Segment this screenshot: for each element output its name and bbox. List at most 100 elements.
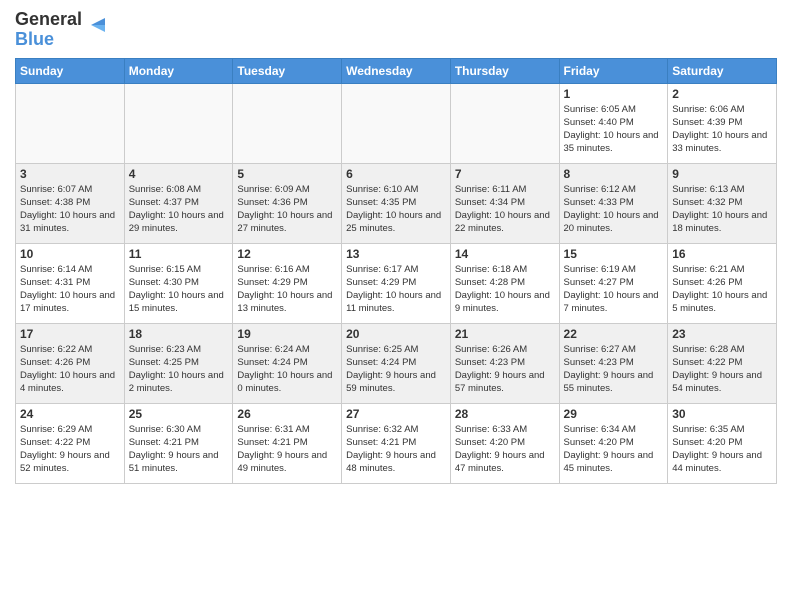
day-info: Sunrise: 6:29 AM Sunset: 4:22 PM Dayligh… [20,423,120,476]
day-number: 27 [346,407,446,421]
day-number: 13 [346,247,446,261]
day-number: 28 [455,407,555,421]
day-info: Sunrise: 6:18 AM Sunset: 4:28 PM Dayligh… [455,263,555,316]
day-info: Sunrise: 6:21 AM Sunset: 4:26 PM Dayligh… [672,263,772,316]
calendar-week-row: 24 Sunrise: 6:29 AM Sunset: 4:22 PM Dayli… [16,403,777,483]
calendar-cell: 7 Sunrise: 6:11 AM Sunset: 4:34 PM Daylig… [450,163,559,243]
logo-text-block: General Blue [15,10,82,50]
calendar-cell: 8Sunrise: 6:12 AM Sunset: 4:33 PM Daylig… [559,163,668,243]
calendar-cell: 19Sunrise: 6:24 AM Sunset: 4:24 PM Dayli… [233,323,342,403]
logo-icon [85,12,111,38]
day-number: 29 [564,407,664,421]
day-info: Sunrise: 6:05 AM Sunset: 4:40 PM Dayligh… [564,103,664,156]
calendar-cell: 1 Sunrise: 6:05 AM Sunset: 4:40 PM Daylig… [559,83,668,163]
day-number: 21 [455,327,555,341]
calendar-cell: 10Sunrise: 6:14 AM Sunset: 4:31 PM Dayli… [16,243,125,323]
calendar-cell [16,83,125,163]
day-number: 18 [129,327,229,341]
calendar-week-row: 3 Sunrise: 6:07 AM Sunset: 4:38 PM Daylig… [16,163,777,243]
day-info: Sunrise: 6:34 AM Sunset: 4:20 PM Dayligh… [564,423,664,476]
day-info: Sunrise: 6:06 AM Sunset: 4:39 PM Dayligh… [672,103,772,156]
calendar-header-row: SundayMondayTuesdayWednesdayThursdayFrid… [16,58,777,83]
logo-blue-text: Blue [15,30,82,50]
day-number: 25 [129,407,229,421]
calendar-cell: 5 Sunrise: 6:09 AM Sunset: 4:36 PM Daylig… [233,163,342,243]
day-info: Sunrise: 6:17 AM Sunset: 4:29 PM Dayligh… [346,263,446,316]
weekday-header: Thursday [450,58,559,83]
weekday-header: Tuesday [233,58,342,83]
calendar-cell: 30Sunrise: 6:35 AM Sunset: 4:20 PM Dayli… [668,403,777,483]
calendar-cell: 6 Sunrise: 6:10 AM Sunset: 4:35 PM Daylig… [342,163,451,243]
day-info: Sunrise: 6:23 AM Sunset: 4:25 PM Dayligh… [129,343,229,396]
calendar-table: SundayMondayTuesdayWednesdayThursdayFrid… [15,58,777,484]
calendar-cell [450,83,559,163]
calendar-week-row: 17 Sunrise: 6:22 AM Sunset: 4:26 PM Dayli… [16,323,777,403]
day-info: Sunrise: 6:24 AM Sunset: 4:24 PM Dayligh… [237,343,337,396]
day-number: 24 [20,407,120,421]
day-info: Sunrise: 6:28 AM Sunset: 4:22 PM Dayligh… [672,343,772,396]
day-info: Sunrise: 6:08 AM Sunset: 4:37 PM Dayligh… [129,183,229,236]
calendar-cell: 2Sunrise: 6:06 AM Sunset: 4:39 PM Daylig… [668,83,777,163]
day-info: Sunrise: 6:22 AM Sunset: 4:26 PM Dayligh… [20,343,120,396]
weekday-header: Monday [124,58,233,83]
calendar-cell: 3 Sunrise: 6:07 AM Sunset: 4:38 PM Daylig… [16,163,125,243]
calendar-cell: 18 Sunrise: 6:23 AM Sunset: 4:25 PM Dayli… [124,323,233,403]
day-info: Sunrise: 6:31 AM Sunset: 4:21 PM Dayligh… [237,423,337,476]
calendar-week-row: 1 Sunrise: 6:05 AM Sunset: 4:40 PM Daylig… [16,83,777,163]
day-info: Sunrise: 6:15 AM Sunset: 4:30 PM Dayligh… [129,263,229,316]
day-info: Sunrise: 6:27 AM Sunset: 4:23 PM Dayligh… [564,343,664,396]
calendar-cell [233,83,342,163]
calendar-cell: 4 Sunrise: 6:08 AM Sunset: 4:37 PM Daylig… [124,163,233,243]
day-info: Sunrise: 6:10 AM Sunset: 4:35 PM Dayligh… [346,183,446,236]
weekday-header: Friday [559,58,668,83]
day-number: 3 [20,167,120,181]
day-info: Sunrise: 6:12 AM Sunset: 4:33 PM Dayligh… [564,183,664,236]
calendar-cell: 20Sunrise: 6:25 AM Sunset: 4:24 PM Dayli… [342,323,451,403]
day-info: Sunrise: 6:11 AM Sunset: 4:34 PM Dayligh… [455,183,555,236]
calendar-cell: 14 Sunrise: 6:18 AM Sunset: 4:28 PM Dayli… [450,243,559,323]
day-number: 14 [455,247,555,261]
page-container: General Blue SundayMondayTuesdayWednesda… [0,0,792,494]
calendar-cell: 23 Sunrise: 6:28 AM Sunset: 4:22 PM Dayli… [668,323,777,403]
day-info: Sunrise: 6:33 AM Sunset: 4:20 PM Dayligh… [455,423,555,476]
day-number: 26 [237,407,337,421]
day-number: 16 [672,247,772,261]
logo-wrapper: General Blue [15,10,111,50]
weekday-header: Sunday [16,58,125,83]
calendar-cell: 9 Sunrise: 6:13 AM Sunset: 4:32 PM Daylig… [668,163,777,243]
logo-general-text: General [15,10,82,30]
calendar-cell: 13 Sunrise: 6:17 AM Sunset: 4:29 PM Dayli… [342,243,451,323]
day-info: Sunrise: 6:35 AM Sunset: 4:20 PM Dayligh… [672,423,772,476]
day-info: Sunrise: 6:16 AM Sunset: 4:29 PM Dayligh… [237,263,337,316]
day-number: 12 [237,247,337,261]
day-number: 5 [237,167,337,181]
day-number: 1 [564,87,664,101]
day-number: 11 [129,247,229,261]
day-info: Sunrise: 6:09 AM Sunset: 4:36 PM Dayligh… [237,183,337,236]
calendar-cell: 25Sunrise: 6:30 AM Sunset: 4:21 PM Dayli… [124,403,233,483]
calendar-cell: 27 Sunrise: 6:32 AM Sunset: 4:21 PM Dayli… [342,403,451,483]
day-number: 23 [672,327,772,341]
header: General Blue [15,10,777,50]
day-number: 20 [346,327,446,341]
calendar-body: 1 Sunrise: 6:05 AM Sunset: 4:40 PM Daylig… [16,83,777,483]
day-info: Sunrise: 6:14 AM Sunset: 4:31 PM Dayligh… [20,263,120,316]
calendar-cell: 21Sunrise: 6:26 AM Sunset: 4:23 PM Dayli… [450,323,559,403]
day-info: Sunrise: 6:32 AM Sunset: 4:21 PM Dayligh… [346,423,446,476]
day-number: 15 [564,247,664,261]
calendar-cell: 16 Sunrise: 6:21 AM Sunset: 4:26 PM Dayli… [668,243,777,323]
day-number: 7 [455,167,555,181]
calendar-cell: 29 Sunrise: 6:34 AM Sunset: 4:20 PM Dayli… [559,403,668,483]
day-info: Sunrise: 6:07 AM Sunset: 4:38 PM Dayligh… [20,183,120,236]
day-number: 22 [564,327,664,341]
calendar-cell: 17 Sunrise: 6:22 AM Sunset: 4:26 PM Dayli… [16,323,125,403]
weekday-header: Saturday [668,58,777,83]
day-info: Sunrise: 6:13 AM Sunset: 4:32 PM Dayligh… [672,183,772,236]
day-number: 9 [672,167,772,181]
day-number: 4 [129,167,229,181]
logo: General Blue [15,10,111,50]
calendar-cell: 12 Sunrise: 6:16 AM Sunset: 4:29 PM Dayli… [233,243,342,323]
calendar-cell [124,83,233,163]
day-number: 6 [346,167,446,181]
day-number: 17 [20,327,120,341]
